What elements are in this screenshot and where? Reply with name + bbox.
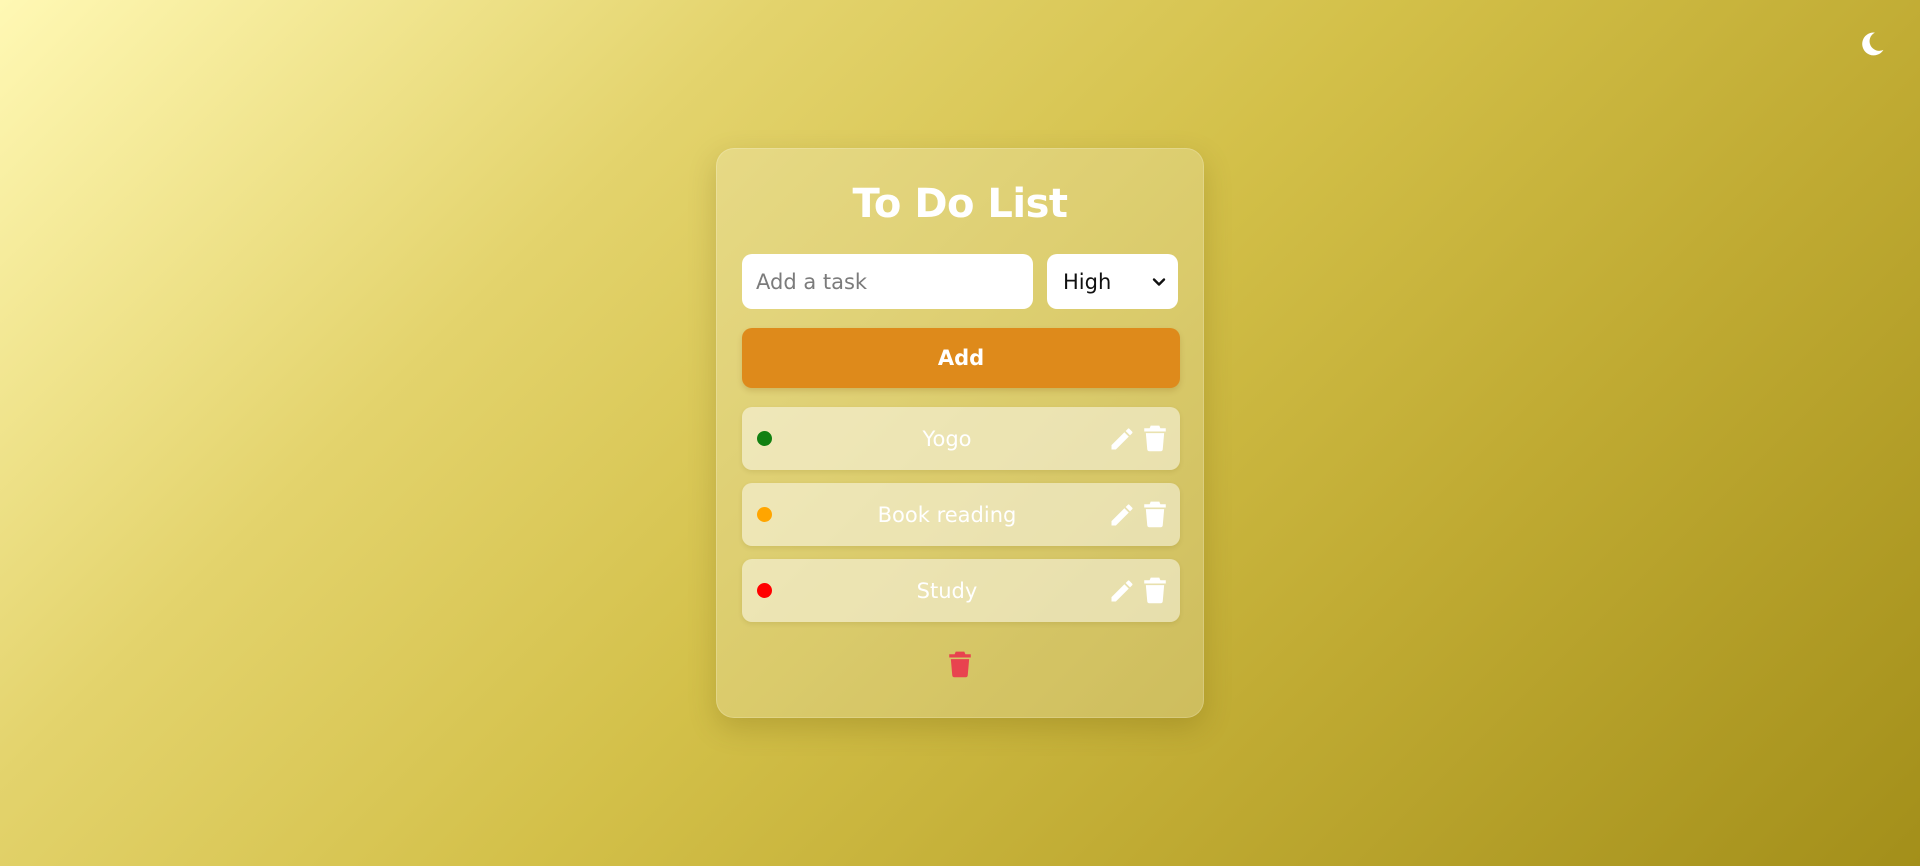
priority-indicator-dot [757,583,772,598]
chevron-down-icon [1152,277,1166,287]
task-input-row: High [742,254,1178,309]
edit-task-button[interactable] [1108,501,1136,529]
pencil-icon [1108,501,1136,529]
delete-task-button[interactable] [1142,500,1168,528]
task-item: Book reading [742,483,1180,546]
task-list: Yogo Book reading Study [742,407,1180,622]
pencil-icon [1108,425,1136,453]
task-text[interactable]: Book reading [787,503,1107,527]
task-item: Study [742,559,1180,622]
trash-icon [947,650,973,678]
task-item: Yogo [742,407,1180,470]
trash-icon [1142,424,1168,452]
edit-task-button[interactable] [1108,577,1136,605]
pencil-icon [1108,577,1136,605]
add-task-button[interactable]: Add [742,328,1180,388]
task-input[interactable] [742,254,1033,309]
moon-icon [1858,29,1886,59]
trash-icon [1142,500,1168,528]
theme-toggle-button[interactable] [1856,28,1888,60]
task-text[interactable]: Study [787,579,1107,603]
priority-select-value: High [1063,269,1112,294]
clear-all-button[interactable] [947,650,973,678]
edit-task-button[interactable] [1108,425,1136,453]
delete-task-button[interactable] [1142,424,1168,452]
priority-indicator-dot [757,507,772,522]
priority-indicator-dot [757,431,772,446]
delete-task-button[interactable] [1142,576,1168,604]
todo-card: To Do List High Add Yogo [716,148,1204,718]
priority-select[interactable]: High [1047,254,1178,309]
task-text[interactable]: Yogo [787,427,1107,451]
page-title: To Do List [852,181,1068,227]
trash-icon [1142,576,1168,604]
